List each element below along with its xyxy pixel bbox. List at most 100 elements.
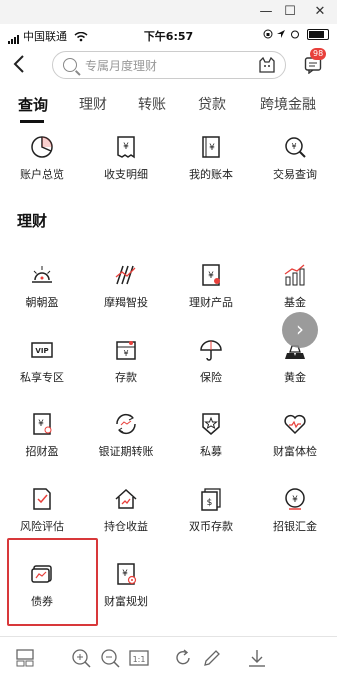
zoom-in-icon[interactable] bbox=[70, 647, 92, 669]
zoom-out-icon[interactable] bbox=[99, 647, 121, 669]
grid-item-label: 账户总览 bbox=[20, 168, 64, 181]
finance-grid-row-1: 朝朝盈 摩羯智投 ¥ 理财产品 基金 bbox=[0, 262, 337, 322]
edit-pencil-icon[interactable] bbox=[201, 647, 223, 669]
grid-item-private-zone[interactable]: VIP 私享专区 bbox=[0, 337, 84, 397]
grid-item-label: 双币存款 bbox=[189, 520, 233, 533]
private-fund-icon bbox=[202, 413, 220, 435]
status-icons bbox=[263, 27, 329, 40]
svg-text:¥: ¥ bbox=[38, 419, 44, 429]
chevron-left-icon bbox=[13, 55, 24, 73]
grid-item-deposit[interactable]: ¥ 存款 bbox=[84, 337, 168, 397]
grid-item-ledger[interactable]: ¥ 我的账本 bbox=[169, 134, 253, 194]
cmb-gold-icon: ¥ bbox=[285, 488, 305, 510]
status-bar: 中国联通 下午6:57 bbox=[0, 24, 337, 46]
svg-text:¥: ¥ bbox=[291, 142, 296, 151]
grid-item-bank-securities-transfer[interactable]: 银证期转账 bbox=[84, 411, 168, 471]
grid-item-label: 私募 bbox=[200, 445, 222, 458]
highlight-box bbox=[7, 538, 98, 626]
lock-rotation-icon bbox=[263, 29, 272, 39]
grid-item-cmb-huijin[interactable]: ¥ 招银汇金 bbox=[253, 486, 337, 546]
grid-item-label: 招财盈 bbox=[25, 445, 59, 458]
grid-item-statement[interactable]: ¥ 收支明细 bbox=[84, 134, 168, 194]
float-next-button[interactable]: › bbox=[282, 312, 318, 348]
grid-item-finance-product[interactable]: ¥ 理财产品 bbox=[169, 262, 253, 322]
grid-item-zhaocaiying[interactable]: ¥ 招财盈 bbox=[0, 411, 84, 471]
tab-query[interactable]: 查询 bbox=[18, 94, 48, 115]
grid-item-label: 招银汇金 bbox=[273, 520, 317, 533]
grid-item-insurance[interactable]: 保险 bbox=[169, 337, 253, 397]
svg-text:¥: ¥ bbox=[292, 495, 298, 505]
close-button[interactable]: ✕ bbox=[310, 2, 330, 22]
heart-check-icon bbox=[284, 414, 306, 435]
grid-item-label: 存款 bbox=[115, 371, 137, 384]
svg-text:¥: ¥ bbox=[123, 142, 129, 152]
svg-text:1:1: 1:1 bbox=[133, 655, 146, 664]
finance-product-icon: ¥ bbox=[202, 264, 220, 286]
alarm-icon bbox=[290, 30, 299, 39]
grid-item-account-overview[interactable]: 账户总览 bbox=[0, 134, 84, 194]
grid-item-mojie[interactable]: 摩羯智投 bbox=[84, 262, 168, 322]
svg-text:¥: ¥ bbox=[209, 143, 215, 153]
svg-text:¥: ¥ bbox=[123, 349, 128, 358]
mascot-icon[interactable] bbox=[257, 55, 277, 75]
grid-item-label: 理财产品 bbox=[189, 296, 233, 309]
actual-size-icon[interactable]: 1:1 bbox=[128, 647, 150, 669]
back-button[interactable] bbox=[12, 54, 30, 78]
grid-item-label: 收支明细 bbox=[104, 168, 148, 181]
grid-item-label: 持仓收益 bbox=[104, 520, 148, 533]
grid-item-zhaozhaoying[interactable]: 朝朝盈 bbox=[0, 262, 84, 322]
maximize-button[interactable]: ☐ bbox=[280, 2, 300, 22]
finance-grid-row-3: ¥ 招财盈 银证期转账 私募 财富体检 bbox=[0, 411, 337, 471]
search-icon: ¥ bbox=[285, 137, 306, 158]
window-titlebar: — ☐ ✕ bbox=[0, 0, 337, 24]
grid-item-label: 财富体检 bbox=[273, 445, 317, 458]
search-icon bbox=[63, 58, 77, 72]
tab-bar: 查询 理财 转账 贷款 跨境金融 bbox=[0, 90, 337, 126]
pie-chart-icon bbox=[31, 136, 53, 158]
ledger-icon: ¥ bbox=[202, 136, 220, 158]
grid-item-dual-currency[interactable]: $ 双币存款 bbox=[169, 486, 253, 546]
holdings-icon bbox=[115, 488, 137, 509]
grid-item-label: 交易查询 bbox=[273, 168, 317, 181]
section-title-finance: 理财 bbox=[17, 212, 48, 230]
receipt-icon: ¥ bbox=[117, 136, 135, 159]
message-badge: 98 bbox=[310, 48, 327, 60]
rotate-icon[interactable] bbox=[172, 647, 194, 669]
finance-grid-row-2: VIP 私享专区 ¥ 存款 保险 黄金 bbox=[0, 337, 337, 397]
search-input[interactable] bbox=[83, 56, 247, 76]
tab-cross-border[interactable]: 跨境金融 bbox=[260, 94, 316, 114]
wealth-plan-icon: ¥ bbox=[117, 563, 137, 585]
svg-text:$: $ bbox=[207, 498, 213, 508]
smart-invest-icon bbox=[115, 265, 136, 285]
grid-item-label: 保险 bbox=[200, 371, 222, 384]
grid-item-wealth-checkup[interactable]: 财富体检 bbox=[253, 411, 337, 471]
risk-assessment-icon bbox=[33, 488, 51, 510]
grid-item-label: 朝朝盈 bbox=[25, 296, 59, 309]
download-icon[interactable] bbox=[246, 647, 268, 669]
query-grid: 账户总览 ¥ 收支明细 ¥ 我的账本 ¥ 交易查询 bbox=[0, 134, 337, 194]
grid-item-private-fund[interactable]: 私募 bbox=[169, 411, 253, 471]
grid-item-holdings[interactable]: 持仓收益 bbox=[84, 486, 168, 546]
search-bar[interactable] bbox=[52, 51, 286, 79]
sunrise-icon bbox=[32, 266, 52, 283]
umbrella-icon bbox=[200, 340, 222, 361]
zhaocaiying-icon: ¥ bbox=[33, 413, 52, 435]
app-header: 98 bbox=[0, 46, 337, 86]
tab-transfer[interactable]: 转账 bbox=[138, 94, 166, 114]
minimize-button[interactable]: — bbox=[256, 2, 276, 22]
grid-item-label: 黄金 bbox=[284, 371, 306, 384]
grid-item-label: 银证期转账 bbox=[98, 445, 154, 458]
active-tab-indicator bbox=[20, 120, 44, 123]
viewer-toolbar: 1:1 bbox=[0, 636, 337, 682]
svg-text:¥: ¥ bbox=[208, 271, 214, 281]
tab-finance[interactable]: 理财 bbox=[79, 94, 107, 114]
grid-item-risk-assessment[interactable]: 风险评估 bbox=[0, 486, 84, 546]
tab-loan[interactable]: 贷款 bbox=[198, 94, 226, 114]
deposit-icon: ¥ bbox=[116, 341, 136, 360]
layout-icon[interactable] bbox=[14, 647, 36, 669]
vip-icon: VIP bbox=[31, 342, 53, 358]
grid-item-label: 基金 bbox=[284, 296, 306, 309]
fund-chart-icon bbox=[284, 264, 305, 286]
dual-currency-icon: $ bbox=[201, 488, 221, 511]
grid-item-transaction-query[interactable]: ¥ 交易查询 bbox=[253, 134, 337, 194]
